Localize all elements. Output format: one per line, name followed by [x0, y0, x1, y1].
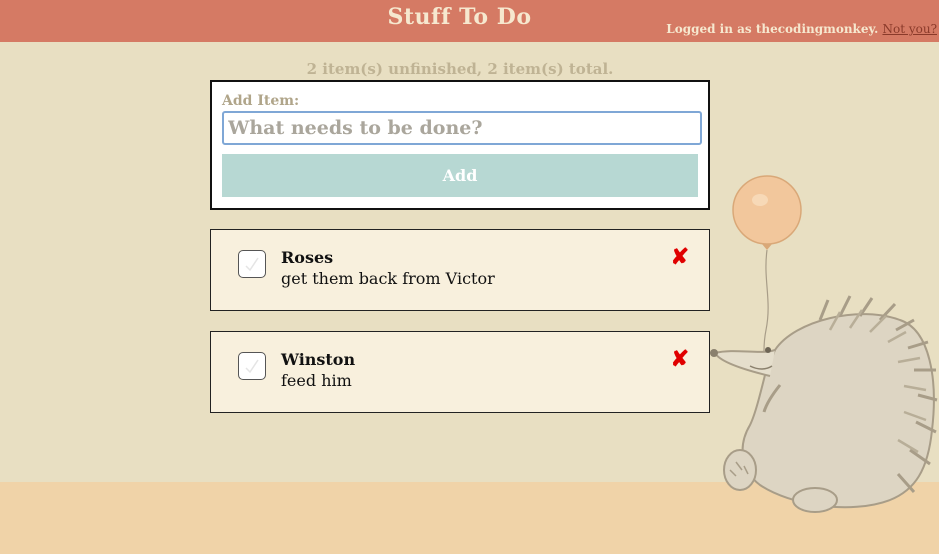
checkbox-icon[interactable] — [238, 250, 266, 278]
not-you-link[interactable]: Not you? — [882, 22, 937, 36]
todo-item-description: get them back from Victor — [281, 269, 495, 288]
login-text: Logged in as thecodingmonkey. — [666, 22, 879, 36]
add-item-input[interactable] — [222, 111, 702, 145]
delete-x-icon[interactable]: ✘ — [671, 348, 689, 370]
hedgehog-balloon-illustration — [710, 175, 938, 513]
todo-item: Winston feed him ✘ — [210, 331, 710, 413]
checkbox-icon[interactable] — [238, 352, 266, 380]
items-summary: 2 item(s) unfinished, 2 item(s) total. — [306, 60, 614, 78]
todo-item-description: feed him — [281, 371, 352, 390]
add-item-label: Add Item: — [222, 93, 300, 109]
header-bar: Stuff To Do Logged in as thecodingmonkey… — [0, 0, 939, 42]
login-info: Logged in as thecodingmonkey. Not you? — [666, 22, 937, 36]
todo-item-title: Winston — [281, 350, 356, 369]
delete-x-icon[interactable]: ✘ — [671, 246, 689, 268]
todo-item-title: Roses — [281, 248, 334, 267]
todo-item: Roses get them back from Victor ✘ — [210, 229, 710, 311]
add-button[interactable]: Add — [222, 154, 698, 197]
add-item-form: Add Item: Add — [210, 80, 710, 210]
hedgehog-icon — [710, 295, 938, 513]
